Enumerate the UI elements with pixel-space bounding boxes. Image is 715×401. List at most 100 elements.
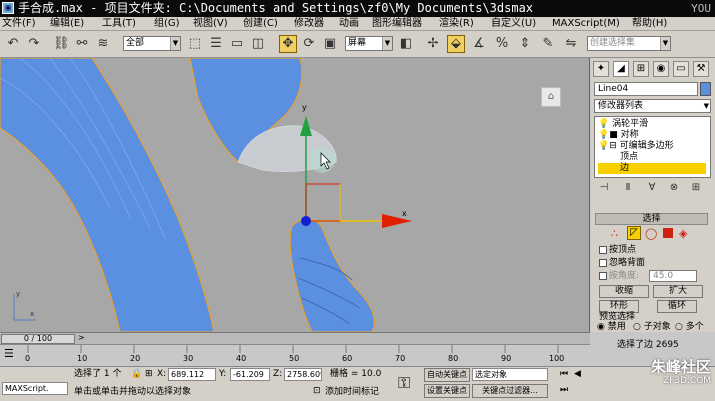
by-vertex-checkbox[interactable]: 按顶点 <box>599 245 636 256</box>
pin-stack-icon[interactable]: ⊣ <box>597 181 611 195</box>
angle-snap-icon[interactable]: ∡ <box>470 35 488 53</box>
select-object-icon[interactable]: ⬚ <box>186 35 204 53</box>
lock-selection-icon[interactable]: 🔒 <box>131 369 142 379</box>
absolute-mode-icon[interactable]: ⊞ <box>145 369 153 379</box>
selection-filter-dropdown[interactable]: 全部 ▼ <box>123 36 181 51</box>
track-bar-toggle-icon[interactable]: ☰ <box>4 347 14 360</box>
key-mode-icon[interactable]: ⏭ <box>560 385 568 395</box>
x-coord-field[interactable]: 689.112 <box>168 368 216 381</box>
menu-tools[interactable]: 工具(T) <box>102 18 136 30</box>
by-angle-checkbox[interactable]: 按角度: <box>599 271 639 282</box>
edit-named-sets-icon[interactable]: ✎ <box>539 35 557 53</box>
modifier-list-dropdown[interactable]: 修改器列表 ▼ <box>594 99 711 113</box>
z-coord-field[interactable]: 2758.609 <box>284 368 322 381</box>
menu-group[interactable]: 组(G) <box>154 18 180 30</box>
menu-customize[interactable]: 自定义(U) <box>491 18 536 30</box>
ref-coord-dropdown[interactable]: 屏幕 ▼ <box>345 36 393 51</box>
gizmo-x-arrow[interactable] <box>382 214 412 228</box>
menu-modifiers[interactable]: 修改器 <box>294 18 324 30</box>
remove-modifier-icon[interactable]: ⊗ <box>667 181 681 195</box>
redo-icon[interactable]: ↷ <box>25 35 43 53</box>
add-time-tag[interactable]: 添加时间标记 <box>325 386 379 398</box>
create-tab-icon[interactable]: ✦ <box>593 61 609 77</box>
lightbulb-icon[interactable]: 💡 <box>598 119 609 129</box>
loop-button[interactable]: 循环 <box>657 300 697 313</box>
show-end-result-icon[interactable]: Ⅱ <box>621 181 635 195</box>
rect-selection-icon[interactable]: ▭ <box>228 35 246 53</box>
select-manipulate-icon[interactable]: ✢ <box>424 35 442 53</box>
element-mode-icon[interactable]: ◈ <box>679 227 687 240</box>
spinner-snap-icon[interactable]: ⇕ <box>516 35 534 53</box>
menu-create[interactable]: 创建(C) <box>243 18 278 30</box>
stack-item-symmetry[interactable]: 💡■ 对称 <box>598 130 706 141</box>
shrink-button[interactable]: 收缩 <box>599 285 649 298</box>
stack-item-editable-poly[interactable]: 💡⊟ 可编辑多边形 <box>598 141 706 152</box>
border-mode-icon[interactable]: ◯ <box>645 227 657 240</box>
preview-subobject-radio[interactable]: ○ 子对象 <box>633 322 671 333</box>
preview-multi-radio[interactable]: ○ 多个 <box>675 322 704 333</box>
display-tab-icon[interactable]: ▭ <box>673 61 689 77</box>
select-move-icon[interactable]: ✥ <box>279 35 297 53</box>
named-selection-sets-dropdown[interactable]: 创建选择集 ▼ <box>587 36 671 51</box>
motion-tab-icon[interactable]: ◉ <box>653 61 669 77</box>
vertex-mode-icon[interactable]: ∴ <box>611 227 618 240</box>
menu-animation[interactable]: 动画 <box>339 18 359 30</box>
pivot-center-icon[interactable]: ◧ <box>397 35 415 53</box>
edge-mode-icon[interactable]: ◸ <box>627 226 641 240</box>
gizmo-center[interactable] <box>301 216 311 226</box>
selected-set-dropdown[interactable]: 选定对象 <box>472 368 548 381</box>
time-slider[interactable]: 0 / 100 > <box>0 332 590 344</box>
select-rotate-icon[interactable]: ⟳ <box>300 35 318 53</box>
selection-rollout-header[interactable]: 选择 <box>595 213 708 225</box>
link-icon[interactable]: ⛓ <box>52 35 70 53</box>
modify-tab-icon[interactable]: ◢ <box>613 61 629 77</box>
view-cube-icon[interactable]: ⌂ <box>541 87 561 107</box>
utilities-tab-icon[interactable]: ⚒ <box>693 61 709 77</box>
menu-rendering[interactable]: 渲染(R) <box>439 18 474 30</box>
ignore-backfacing-checkbox[interactable]: 忽略背面 <box>599 258 645 269</box>
bind-space-warp-icon[interactable]: ≋ <box>94 35 112 53</box>
y-coord-field[interactable]: -61.209 <box>230 368 270 381</box>
time-tag-icon[interactable]: ⊡ <box>313 386 321 396</box>
key-icon[interactable]: ⚿ <box>398 373 410 393</box>
grow-button[interactable]: 扩大 <box>653 285 703 298</box>
stack-item-turbosmooth[interactable]: 💡 涡轮平滑 <box>598 119 706 130</box>
polygon-mode-icon[interactable] <box>663 228 673 238</box>
preview-off-radio[interactable]: ◉ 禁用 <box>597 322 626 333</box>
select-by-name-icon[interactable]: ☰ <box>207 35 225 53</box>
app-icon[interactable]: ▣ <box>2 2 14 14</box>
configure-sets-icon[interactable]: ⊞ <box>689 181 703 195</box>
gizmo-xy-plane[interactable] <box>305 183 341 222</box>
perspective-viewport[interactable]: y x y x ⌂ <box>0 58 590 332</box>
menu-file[interactable]: 文件(F) <box>2 18 36 30</box>
menu-view[interactable]: 视图(V) <box>193 18 228 30</box>
menu-help[interactable]: 帮助(H) <box>632 18 667 30</box>
stack-item-vertex[interactable]: 顶点 <box>598 152 706 163</box>
object-color-swatch[interactable] <box>700 82 711 96</box>
time-slider-thumb[interactable]: 0 / 100 <box>1 334 75 344</box>
snap-toggle-icon[interactable]: ⬙ <box>447 35 465 53</box>
hierarchy-tab-icon[interactable]: ⊞ <box>633 61 649 77</box>
lightbulb-icon[interactable]: 💡 <box>598 141 609 151</box>
object-name-field[interactable]: Line04 <box>594 82 698 96</box>
goto-start-icon[interactable]: ⏮ <box>560 369 568 379</box>
menu-maxscript[interactable]: MAXScript(M) <box>552 18 620 30</box>
time-next-icon[interactable]: > <box>78 333 85 342</box>
stack-item-edge[interactable]: 边 <box>598 163 706 174</box>
key-filters-button[interactable]: 关键点过滤器... <box>472 384 548 398</box>
window-crossing-icon[interactable]: ◫ <box>249 35 267 53</box>
lightbulb-icon[interactable]: 💡 <box>598 130 609 140</box>
undo-icon[interactable]: ↶ <box>4 35 22 53</box>
prev-frame-icon[interactable]: ◀ <box>574 369 581 379</box>
set-key-button[interactable]: 设置关键点 <box>424 384 470 398</box>
track-bar[interactable]: ☰ 0 10 20 30 40 50 60 70 80 90 100 <box>0 344 590 366</box>
unlink-icon[interactable]: ⚯ <box>73 35 91 53</box>
mirror-icon[interactable]: ⇋ <box>562 35 580 53</box>
menu-graph-editors[interactable]: 图形编辑器 <box>372 18 422 30</box>
angle-value-field[interactable]: 45.0 <box>649 270 697 282</box>
percent-snap-icon[interactable]: % <box>493 35 511 53</box>
auto-key-button[interactable]: 自动关键点 <box>424 368 470 382</box>
menu-edit[interactable]: 编辑(E) <box>50 18 84 30</box>
select-scale-icon[interactable]: ▣ <box>321 35 339 53</box>
maxscript-listener[interactable]: MAXScript. <box>2 382 68 395</box>
